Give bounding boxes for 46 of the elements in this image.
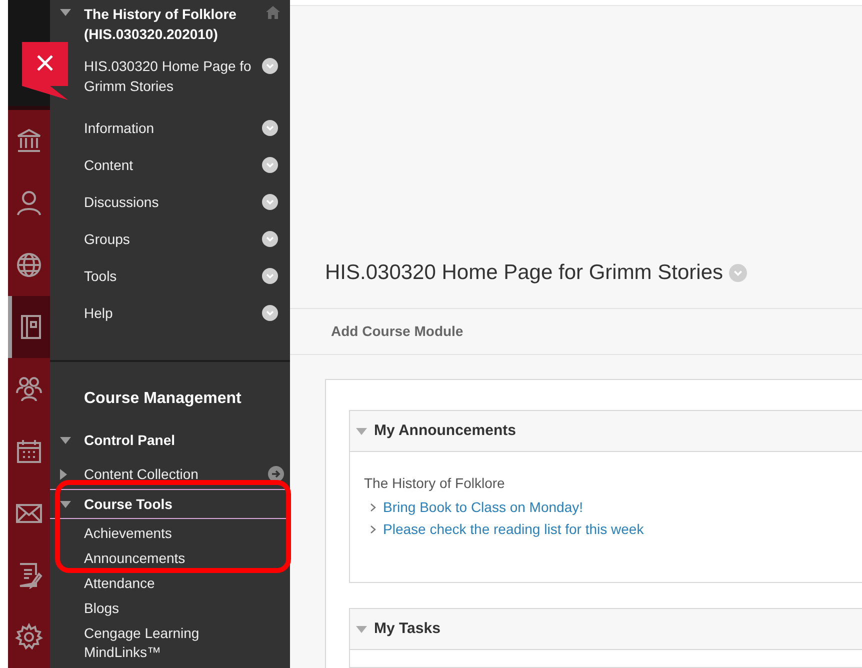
gear-icon bbox=[15, 623, 43, 651]
section-heading: Course Management bbox=[83, 389, 242, 409]
dropdown-icon[interactable] bbox=[262, 268, 278, 284]
course-title[interactable]: The History of Folklore (HIS.030320.202010) bbox=[84, 4, 254, 44]
module-title[interactable]: My Announcements bbox=[374, 420, 516, 442]
menu-item[interactable]: Groups bbox=[84, 229, 262, 249]
announcement-link[interactable]: Please check the reading list for this week bbox=[383, 518, 644, 540]
dropdown-icon[interactable] bbox=[262, 58, 278, 74]
dropdown-icon[interactable] bbox=[262, 157, 278, 173]
chevron-icon bbox=[370, 502, 376, 512]
menu-item[interactable]: HIS.030320 Home Page fo Grimm Stories bbox=[84, 56, 262, 96]
dropdown-icon[interactable] bbox=[262, 231, 278, 247]
menu-item[interactable]: Tools bbox=[84, 266, 262, 286]
bank-icon bbox=[15, 127, 43, 155]
dropdown-icon[interactable] bbox=[262, 194, 278, 210]
page-title: HIS.030320 Home Page for Grimm Stories bbox=[325, 260, 723, 286]
toolbar-button[interactable]: Add Course Module bbox=[331, 321, 464, 342]
people-icon bbox=[15, 375, 43, 403]
course-name: The History of Folklore bbox=[364, 474, 506, 492]
menu-link[interactable]: Achievements bbox=[84, 521, 234, 546]
expand-arrow-icon[interactable] bbox=[60, 500, 71, 508]
collapse-arrow-icon[interactable] bbox=[60, 468, 67, 480]
globe-icon bbox=[15, 251, 43, 279]
panel-heading[interactable]: Control Panel bbox=[84, 430, 176, 450]
dropdown-icon[interactable] bbox=[262, 305, 278, 321]
person-icon bbox=[15, 189, 43, 217]
chevron-icon bbox=[370, 524, 376, 534]
menu-link[interactable]: Attendance bbox=[84, 571, 234, 596]
menu-item[interactable]: Help bbox=[84, 303, 262, 323]
menu-link[interactable]: Announcements bbox=[84, 546, 234, 571]
menu-item[interactable]: Discussions bbox=[84, 192, 262, 212]
announcement-link[interactable]: Bring Book to Class on Monday! bbox=[383, 496, 583, 518]
module-title[interactable]: My Tasks bbox=[374, 618, 440, 640]
expand-arrow-icon[interactable] bbox=[60, 436, 71, 444]
menu-section[interactable]: Content Collection bbox=[50, 459, 290, 489]
nav-tab[interactable] bbox=[8, 296, 50, 358]
menu-link[interactable]: Cengage Learning MindLinks™ bbox=[84, 621, 234, 665]
expand-arrow-icon[interactable] bbox=[60, 9, 71, 16]
menu-link[interactable]: Blogs bbox=[84, 596, 234, 621]
dropdown-icon[interactable] bbox=[262, 120, 278, 136]
calendar-icon bbox=[15, 437, 43, 465]
menu-item[interactable]: Information bbox=[84, 118, 262, 138]
menu-item[interactable]: Content bbox=[84, 155, 262, 175]
home-icon[interactable] bbox=[266, 6, 280, 19]
menu-section[interactable]: Course Tools bbox=[50, 489, 290, 519]
close-flag[interactable] bbox=[22, 42, 68, 100]
